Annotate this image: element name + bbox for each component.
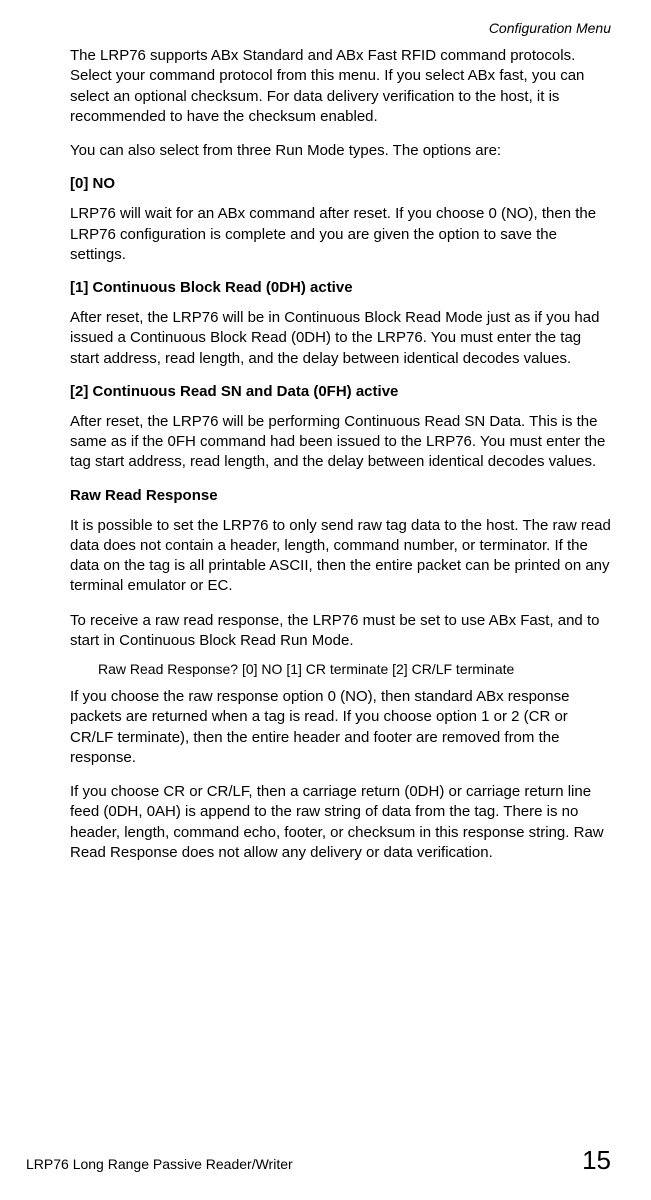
option-heading: [2] Continuous Read SN and Data (0FH) ac… [70,383,611,400]
paragraph: LRP76 will wait for an ABx command after… [70,204,611,265]
section-heading: Raw Read Response [70,487,611,504]
footer-title: LRP76 Long Range Passive Reader/Writer [26,1156,293,1172]
page-footer: LRP76 Long Range Passive Reader/Writer 1… [26,1145,611,1176]
paragraph: After reset, the LRP76 will be in Contin… [70,308,611,369]
paragraph: The LRP76 supports ABx Standard and ABx … [70,46,611,127]
paragraph: If you choose the raw response option 0 … [70,687,611,768]
header-section-title: Configuration Menu [489,20,611,36]
prompt-text: Raw Read Response? [0] NO [1] CR termina… [98,661,611,677]
option-heading: [1] Continuous Block Read (0DH) active [70,279,611,296]
paragraph: After reset, the LRP76 will be performin… [70,412,611,473]
paragraph: To receive a raw read response, the LRP7… [70,611,611,652]
paragraph: You can also select from three Run Mode … [70,141,611,161]
paragraph: If you choose CR or CR/LF, then a carria… [70,782,611,863]
option-heading: [0] NO [70,175,611,192]
paragraph: It is possible to set the LRP76 to only … [70,516,611,597]
page-content: The LRP76 supports ABx Standard and ABx … [70,46,611,877]
page-number: 15 [582,1145,611,1176]
